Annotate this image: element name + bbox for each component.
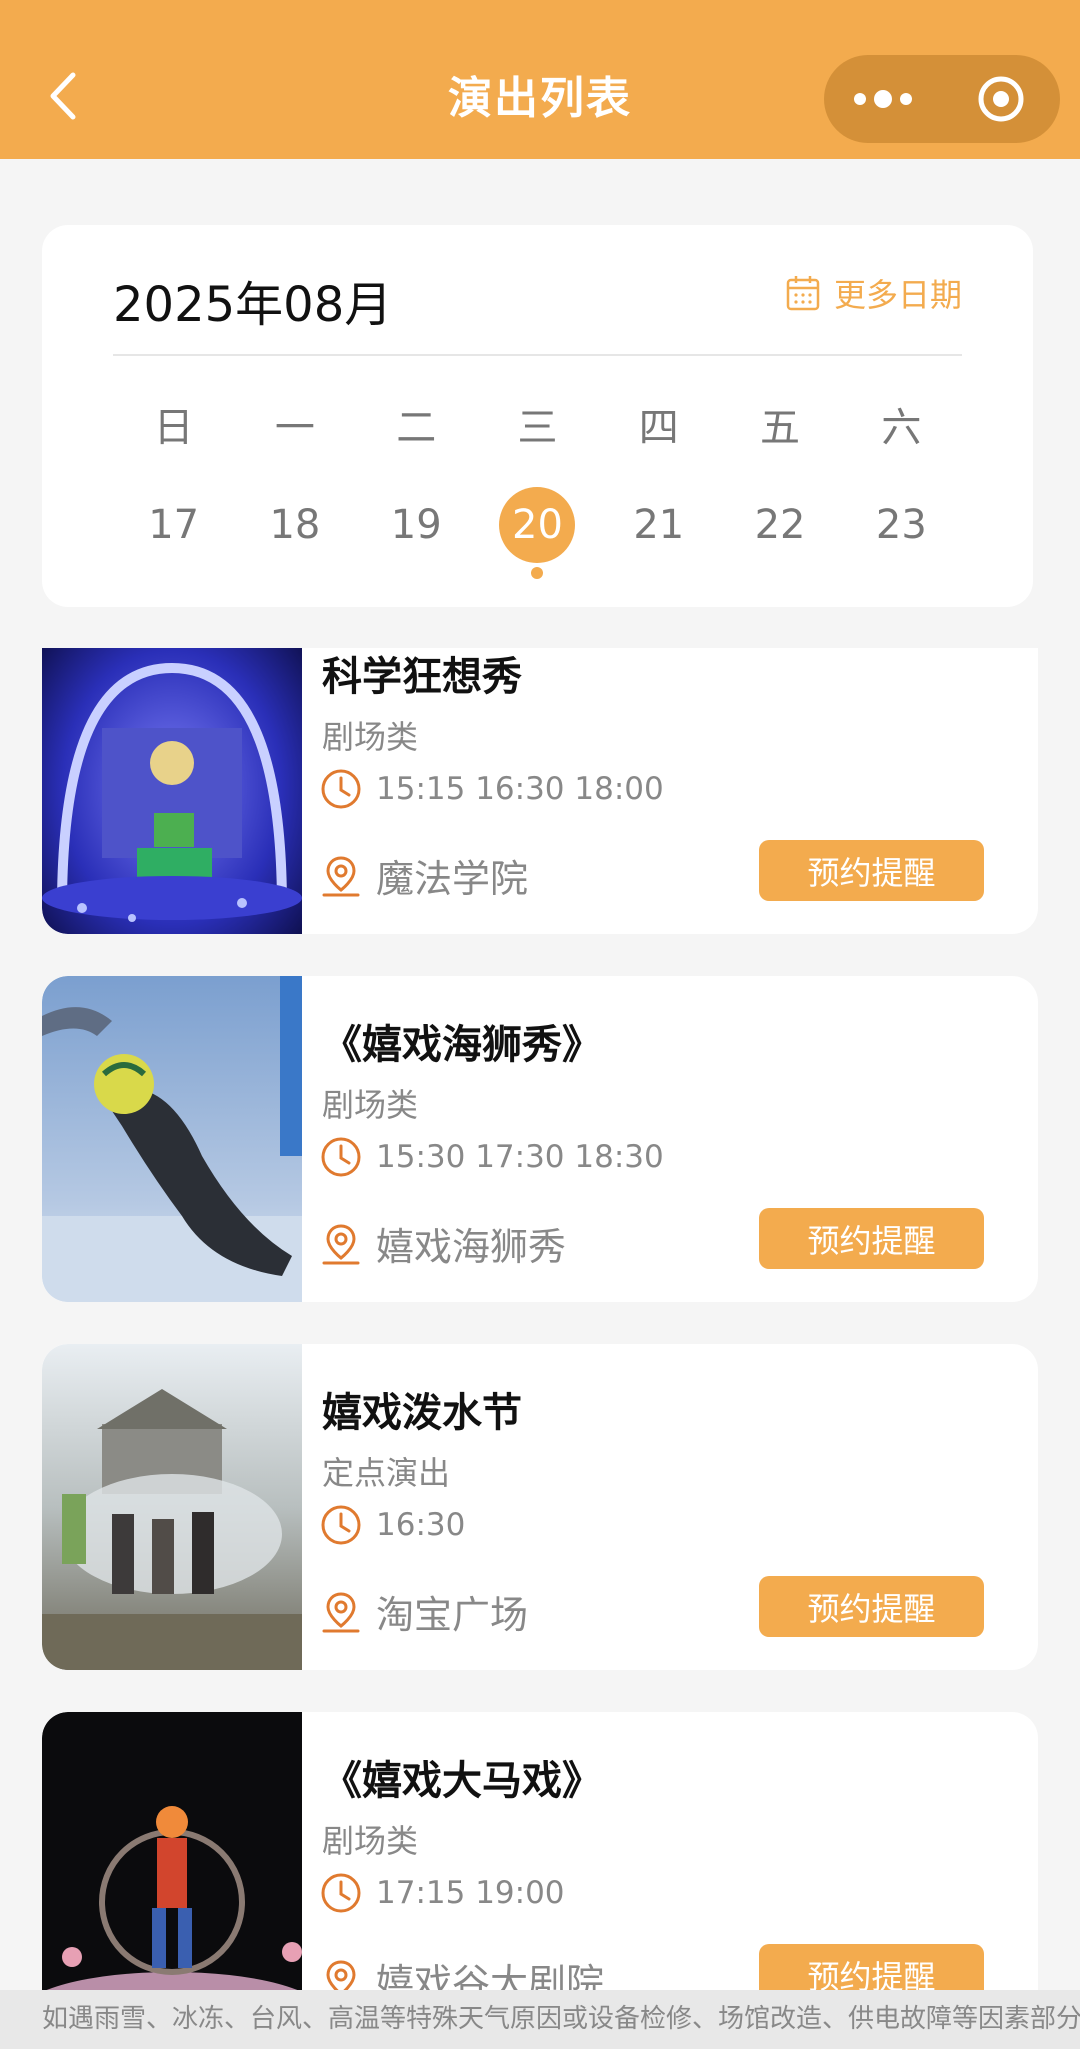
date-number: 19 <box>390 502 442 548</box>
show-times-row: 17:15 19:00 <box>320 1872 565 1914</box>
date-item[interactable]: 22 <box>719 487 840 563</box>
show-category: 剧场类 <box>322 1822 419 1860</box>
show-times: 15:15 16:30 18:00 <box>376 771 664 807</box>
show-image <box>42 1344 302 1670</box>
selected-date-circle: 20 <box>499 487 576 563</box>
show-location: 魔法学院 <box>376 857 529 901</box>
show-times: 15:30 17:30 18:30 <box>376 1139 664 1175</box>
date-row: 17 18 19 20 21 22 23 <box>113 487 962 579</box>
clock-icon <box>321 1137 361 1177</box>
top-nav-bar: 演出列表 <box>0 0 1080 159</box>
show-category: 剧场类 <box>322 718 419 756</box>
show-title: 科学狂想秀 <box>322 654 522 700</box>
show-category: 剧场类 <box>322 1086 419 1124</box>
show-list[interactable]: 科学狂想秀 剧场类 15:15 16:30 18:00 魔法学院 预约提醒 《嬉… <box>0 648 1080 1990</box>
calendar-divider <box>113 354 962 356</box>
show-card[interactable]: 嬉戏泼水节 定点演出 16:30 淘宝广场 预约提醒 <box>42 1344 1038 1670</box>
location-pin-icon <box>322 855 360 896</box>
location-pin-icon <box>326 1959 356 1990</box>
show-location-row: 魔法学院 <box>320 848 528 903</box>
date-item[interactable]: 21 <box>598 487 719 563</box>
clock-icon <box>321 769 361 809</box>
date-item[interactable]: 19 <box>356 487 477 563</box>
clock-icon <box>321 1873 361 1913</box>
show-category: 定点演出 <box>322 1454 451 1492</box>
calendar-icon <box>786 276 820 311</box>
target-circle-icon <box>978 76 1024 122</box>
show-location-row: 嬉戏海狮秀 <box>320 1216 566 1271</box>
date-number: 17 <box>148 502 200 548</box>
clock-icon <box>321 1505 361 1545</box>
show-location: 淘宝广场 <box>376 1593 529 1637</box>
date-item[interactable]: 18 <box>234 487 355 563</box>
show-card[interactable]: 科学狂想秀 剧场类 15:15 16:30 18:00 魔法学院 预约提醒 <box>42 648 1038 934</box>
weekday-row: 日 一 二 三 四 五 六 <box>113 395 962 453</box>
date-number: 23 <box>875 502 927 548</box>
show-times-row: 15:15 16:30 18:00 <box>320 768 664 810</box>
more-dots-icon <box>854 90 912 108</box>
weekday-label: 五 <box>760 405 801 451</box>
weekday-label: 日 <box>153 405 194 451</box>
show-times: 16:30 <box>376 1507 466 1543</box>
weekday-label: 四 <box>638 405 679 451</box>
date-item[interactable]: 23 <box>841 487 962 563</box>
remind-button[interactable]: 预约提醒 <box>759 1944 984 1990</box>
show-location: 嬉戏海狮秀 <box>376 1225 567 1269</box>
show-title: 《嬉戏海狮秀》 <box>322 1022 602 1068</box>
more-dates-button[interactable]: 更多日期 <box>786 270 962 316</box>
show-location-row: 嬉戏谷大剧院 <box>320 1952 604 1990</box>
show-times: 17:15 19:00 <box>376 1875 565 1911</box>
show-card[interactable]: 《嬉戏大马戏》 剧场类 17:15 19:00 嬉戏谷大剧院 预约提醒 <box>42 1712 1038 1990</box>
location-pin-icon <box>322 1223 360 1264</box>
show-times-row: 15:30 17:30 18:30 <box>320 1136 664 1178</box>
more-button[interactable] <box>824 55 942 143</box>
remind-button[interactable]: 预约提醒 <box>759 1576 984 1637</box>
calendar-card: 2025年08月 更多日期 日 一 二 三 四 五 六 17 18 19 20 … <box>42 225 1033 607</box>
has-shows-dot <box>531 567 544 579</box>
show-image <box>42 648 302 934</box>
date-number: 20 <box>512 502 563 548</box>
show-location-row: 淘宝广场 <box>320 1584 528 1639</box>
more-dates-label: 更多日期 <box>833 276 962 314</box>
date-number: 18 <box>269 502 321 548</box>
weekday-label: 六 <box>881 405 922 451</box>
date-item[interactable]: 17 <box>113 487 234 563</box>
show-location: 嬉戏谷大剧院 <box>376 1961 605 1990</box>
weather-notice: 如遇雨雪、冰冻、台风、高温等特殊天气原因或设备检修、场馆改造、供电故障等因素部分 <box>0 1990 1080 2049</box>
show-times-row: 16:30 <box>320 1504 465 1546</box>
mini-program-capsule <box>824 55 1060 143</box>
date-number: 21 <box>633 502 685 548</box>
weekday-label: 二 <box>396 405 437 451</box>
remind-button[interactable]: 预约提醒 <box>759 840 984 901</box>
close-mini-program-button[interactable] <box>942 55 1060 143</box>
remind-button[interactable]: 预约提醒 <box>759 1208 984 1269</box>
show-image <box>42 976 302 1302</box>
show-title: 《嬉戏大马戏》 <box>322 1758 602 1804</box>
weekday-label: 一 <box>274 405 315 451</box>
weekday-label: 三 <box>517 405 558 451</box>
location-pin-icon <box>322 1591 360 1632</box>
show-title: 嬉戏泼水节 <box>322 1390 522 1436</box>
date-number: 22 <box>754 502 806 548</box>
show-image <box>42 1712 302 1990</box>
date-item-selected[interactable]: 20 <box>477 487 598 579</box>
month-label: 2025年08月 <box>113 277 393 333</box>
show-card[interactable]: 《嬉戏海狮秀》 剧场类 15:30 17:30 18:30 嬉戏海狮秀 预约提醒 <box>42 976 1038 1302</box>
